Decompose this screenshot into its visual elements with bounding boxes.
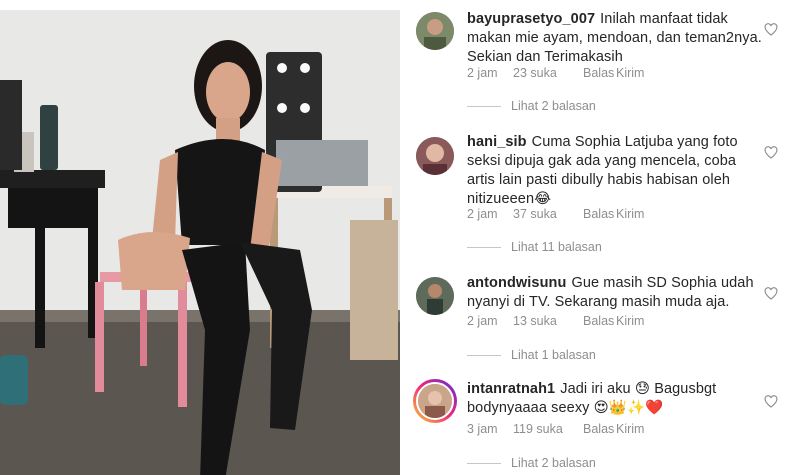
comment-meta: 2 jam 13 suka Balas Kirim (467, 314, 644, 328)
comment-likes[interactable]: 37 suka (513, 207, 583, 221)
comment-username[interactable]: bayuprasetyo_007 (467, 11, 595, 27)
comment-text: bayuprasetyo_007 Inilah manfaat tidak mak… (467, 10, 762, 67)
avatar[interactable] (416, 277, 454, 315)
avatar-story-ring[interactable] (413, 379, 457, 423)
comment-username[interactable]: hani_sib (467, 134, 527, 150)
avatar-image (418, 384, 452, 418)
comment-meta: 3 jam 119 suka Balas Kirim (467, 422, 644, 436)
view-replies[interactable]: Lihat 11 balasan (467, 240, 602, 254)
comment-text: hani_sib Cuma Sophia Latjuba yang foto se… (467, 133, 762, 209)
comment-username[interactable]: antondwisunu (467, 275, 566, 291)
post-photo (0, 10, 400, 475)
heart-outline-icon[interactable] (764, 146, 778, 159)
replies-divider (467, 247, 501, 249)
comment-text: intanratnah1 Jadi iri aku 😓 Bagusbgt body… (467, 380, 762, 418)
avatar (416, 382, 454, 420)
send-button[interactable]: Kirim (616, 422, 644, 436)
comment-meta: 2 jam 37 suka Balas Kirim (467, 207, 644, 221)
comment-likes[interactable]: 23 suka (513, 66, 583, 80)
view-replies-label[interactable]: Lihat 11 balasan (511, 240, 602, 254)
reply-button[interactable]: Balas (583, 314, 616, 328)
comment-age[interactable]: 2 jam (467, 66, 513, 80)
send-button[interactable]: Kirim (616, 314, 644, 328)
heart-outline-icon[interactable] (764, 287, 778, 300)
comment-likes[interactable]: 119 suka (513, 422, 583, 436)
comments-panel: bayuprasetyo_007 Inilah manfaat tidak mak… (400, 0, 800, 475)
view-replies-label[interactable]: Lihat 2 balasan (511, 456, 596, 470)
replies-divider (467, 106, 501, 108)
view-replies[interactable]: Lihat 2 balasan (467, 99, 596, 113)
avatar-image (416, 277, 454, 315)
avatar-image (416, 12, 454, 50)
view-replies[interactable]: Lihat 2 balasan (467, 456, 596, 470)
comment-username[interactable]: intanratnah1 (467, 381, 555, 397)
avatar-image (416, 137, 454, 175)
comment-meta: 2 jam 23 suka Balas Kirim (467, 66, 644, 80)
comment-likes[interactable]: 13 suka (513, 314, 583, 328)
reply-button[interactable]: Balas (583, 66, 616, 80)
heart-outline-icon[interactable] (764, 395, 778, 408)
post-image (0, 10, 400, 475)
view-replies-label[interactable]: Lihat 1 balasan (511, 348, 596, 362)
comment-age[interactable]: 2 jam (467, 207, 513, 221)
avatar[interactable] (416, 12, 454, 50)
heart-outline-icon[interactable] (764, 23, 778, 36)
avatar[interactable] (416, 137, 454, 175)
reply-button[interactable]: Balas (583, 422, 616, 436)
comment-age[interactable]: 3 jam (467, 422, 513, 436)
view-replies-label[interactable]: Lihat 2 balasan (511, 99, 596, 113)
comment-age[interactable]: 2 jam (467, 314, 513, 328)
reply-button[interactable]: Balas (583, 207, 616, 221)
replies-divider (467, 463, 501, 465)
view-replies[interactable]: Lihat 1 balasan (467, 348, 596, 362)
replies-divider (467, 355, 501, 357)
comment-text: antondwisunu Gue masih SD Sophia udah nya… (467, 274, 762, 312)
send-button[interactable]: Kirim (616, 207, 644, 221)
send-button[interactable]: Kirim (616, 66, 644, 80)
